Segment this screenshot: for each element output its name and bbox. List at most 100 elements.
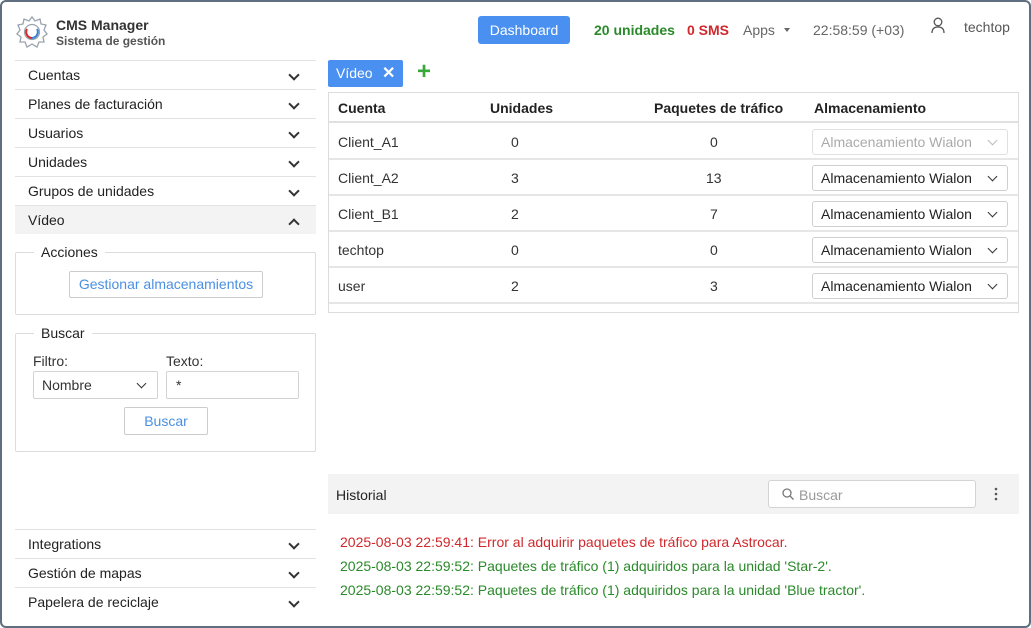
sidebar-item-label: Cuentas xyxy=(28,67,81,83)
table-header: Cuenta Unidades Paquetes de tráfico Alma… xyxy=(329,93,1018,123)
brand-subtitle: Sistema de gestión xyxy=(56,34,166,48)
actions-panel: Acciones Gestionar almacenamientos xyxy=(15,244,316,315)
apps-menu[interactable]: Apps xyxy=(743,22,775,38)
sidebar-item-label: Unidades xyxy=(28,154,88,170)
sidebar-item-integrations[interactable]: Integrations xyxy=(15,529,316,558)
log-entry-success: 2025-08-03 22:59:52: Paquetes de tráfico… xyxy=(340,558,832,574)
chevron-down-icon xyxy=(987,279,998,290)
cell-packages: 7 xyxy=(710,206,718,222)
more-vertical-icon[interactable] xyxy=(994,487,998,501)
user-name[interactable]: techtop xyxy=(964,19,1010,35)
cell-units: 0 xyxy=(511,134,519,150)
chevron-down-icon xyxy=(288,567,300,579)
table-row: Client_B1 2 7 Almacenamiento Wialon xyxy=(329,196,1018,232)
log-entry-success: 2025-08-03 22:59:52: Paquetes de tráfico… xyxy=(340,582,866,598)
sidebar-item-label: Planes de facturación xyxy=(28,96,163,112)
table-row: Client_A2 3 13 Almacenamiento Wialon xyxy=(329,160,1018,196)
cell-units: 3 xyxy=(511,170,519,186)
sidebar-item-video[interactable]: Vídeo xyxy=(15,205,316,234)
chevron-down-icon xyxy=(288,596,300,608)
sidebar-item-label: Vídeo xyxy=(28,212,65,228)
history-bar: Historial Buscar xyxy=(328,474,1019,514)
cell-units: 2 xyxy=(511,206,519,222)
chevron-down-icon xyxy=(288,69,300,81)
sidebar: Cuentas Planes de facturación Usuarios U… xyxy=(15,60,316,234)
actions-legend: Acciones xyxy=(34,244,105,260)
cell-units: 2 xyxy=(511,278,519,294)
storage-select[interactable]: Almacenamiento Wialon xyxy=(812,165,1008,191)
table-row: user 2 3 Almacenamiento Wialon xyxy=(329,268,1018,304)
sms-counter[interactable]: 0 SMS xyxy=(687,22,729,38)
user-icon[interactable] xyxy=(930,16,946,34)
cell-account: user xyxy=(338,278,366,294)
column-header-units[interactable]: Unidades xyxy=(490,100,553,116)
brand-title: CMS Manager xyxy=(56,17,149,33)
chevron-down-icon xyxy=(987,135,998,146)
sidebar-item-cuentas[interactable]: Cuentas xyxy=(15,60,316,89)
sidebar-item-label: Usuarios xyxy=(28,125,84,141)
storage-select[interactable]: Almacenamiento Wialon xyxy=(812,237,1008,263)
manage-storages-button[interactable]: Gestionar almacenamientos xyxy=(69,271,263,298)
sidebar-item-label: Integrations xyxy=(28,536,102,552)
search-legend: Buscar xyxy=(34,325,92,341)
table-row: Client_A1 0 0 Almacenamiento Wialon xyxy=(329,124,1018,160)
storage-select-value: Almacenamiento Wialon xyxy=(821,206,972,222)
add-tab-icon[interactable]: + xyxy=(415,60,433,84)
clock: 22:58:59 (+03) xyxy=(813,22,905,38)
sidebar-item-label: Grupos de unidades xyxy=(28,183,155,199)
sidebar-item-unit-groups[interactable]: Grupos de unidades xyxy=(15,176,316,205)
sidebar-item-label: Gestión de mapas xyxy=(28,565,142,581)
filter-label: Filtro: xyxy=(33,353,68,369)
column-header-packages[interactable]: Paquetes de tráfico xyxy=(654,100,783,116)
cell-account: techtop xyxy=(338,242,384,258)
search-text-input[interactable]: * xyxy=(166,371,299,399)
close-icon[interactable]: ✕ xyxy=(382,60,395,87)
history-title: Historial xyxy=(336,487,387,503)
storage-select-value: Almacenamiento Wialon xyxy=(821,278,972,294)
units-counter[interactable]: 20 unidades xyxy=(594,22,675,38)
chevron-down-icon xyxy=(288,185,300,197)
dashboard-button[interactable]: Dashboard xyxy=(478,16,570,44)
sidebar-item-label: Papelera de reciclaje xyxy=(28,594,159,610)
chevron-down-icon xyxy=(987,171,998,182)
chevron-down-icon xyxy=(987,207,998,218)
cell-account: Client_A1 xyxy=(338,134,399,150)
cms-logo-icon xyxy=(16,15,48,48)
sidebar-item-map-management[interactable]: Gestión de mapas xyxy=(15,558,316,587)
search-panel: Buscar Filtro: Texto: Nombre * Buscar xyxy=(15,325,316,452)
cell-packages: 3 xyxy=(710,278,718,294)
cell-packages: 0 xyxy=(710,242,718,258)
column-header-account[interactable]: Cuenta xyxy=(338,100,385,116)
chevron-down-icon xyxy=(288,538,300,550)
chevron-up-icon xyxy=(288,218,300,230)
tab-video[interactable]: Vídeo ✕ xyxy=(328,60,403,87)
search-icon xyxy=(782,488,794,500)
cell-account: Client_A2 xyxy=(338,170,399,186)
cell-packages: 0 xyxy=(710,134,718,150)
sidebar-item-users[interactable]: Usuarios xyxy=(15,118,316,147)
text-label: Texto: xyxy=(166,353,204,369)
column-header-storage[interactable]: Almacenamiento xyxy=(814,100,926,116)
table-row: techtop 0 0 Almacenamiento Wialon xyxy=(329,232,1018,268)
storage-select-value: Almacenamiento Wialon xyxy=(821,170,972,186)
cell-packages: 13 xyxy=(706,170,722,186)
filter-select[interactable]: Nombre xyxy=(33,371,158,399)
header: CMS Manager Sistema de gestión Dashboard… xyxy=(2,2,1029,60)
history-search-input[interactable]: Buscar xyxy=(768,480,976,508)
storage-select[interactable]: Almacenamiento Wialon xyxy=(812,201,1008,227)
sidebar-item-recycle-bin[interactable]: Papelera de reciclaje xyxy=(15,587,316,616)
chevron-down-icon xyxy=(136,378,147,389)
chevron-down-icon[interactable] xyxy=(784,28,790,32)
storage-select-value: Almacenamiento Wialon xyxy=(821,134,972,150)
cell-account: Client_B1 xyxy=(338,206,399,222)
chevron-down-icon xyxy=(987,243,998,254)
storage-select: Almacenamiento Wialon xyxy=(812,129,1008,155)
search-button[interactable]: Buscar xyxy=(124,407,208,435)
filter-select-value: Nombre xyxy=(42,377,92,393)
sidebar-bottom: Integrations Gestión de mapas Papelera d… xyxy=(15,529,316,616)
sidebar-item-billing-plans[interactable]: Planes de facturación xyxy=(15,89,316,118)
storage-select[interactable]: Almacenamiento Wialon xyxy=(812,273,1008,299)
video-table: Cuenta Unidades Paquetes de tráfico Alma… xyxy=(328,92,1019,313)
sidebar-item-units[interactable]: Unidades xyxy=(15,147,316,176)
chevron-down-icon xyxy=(288,98,300,110)
